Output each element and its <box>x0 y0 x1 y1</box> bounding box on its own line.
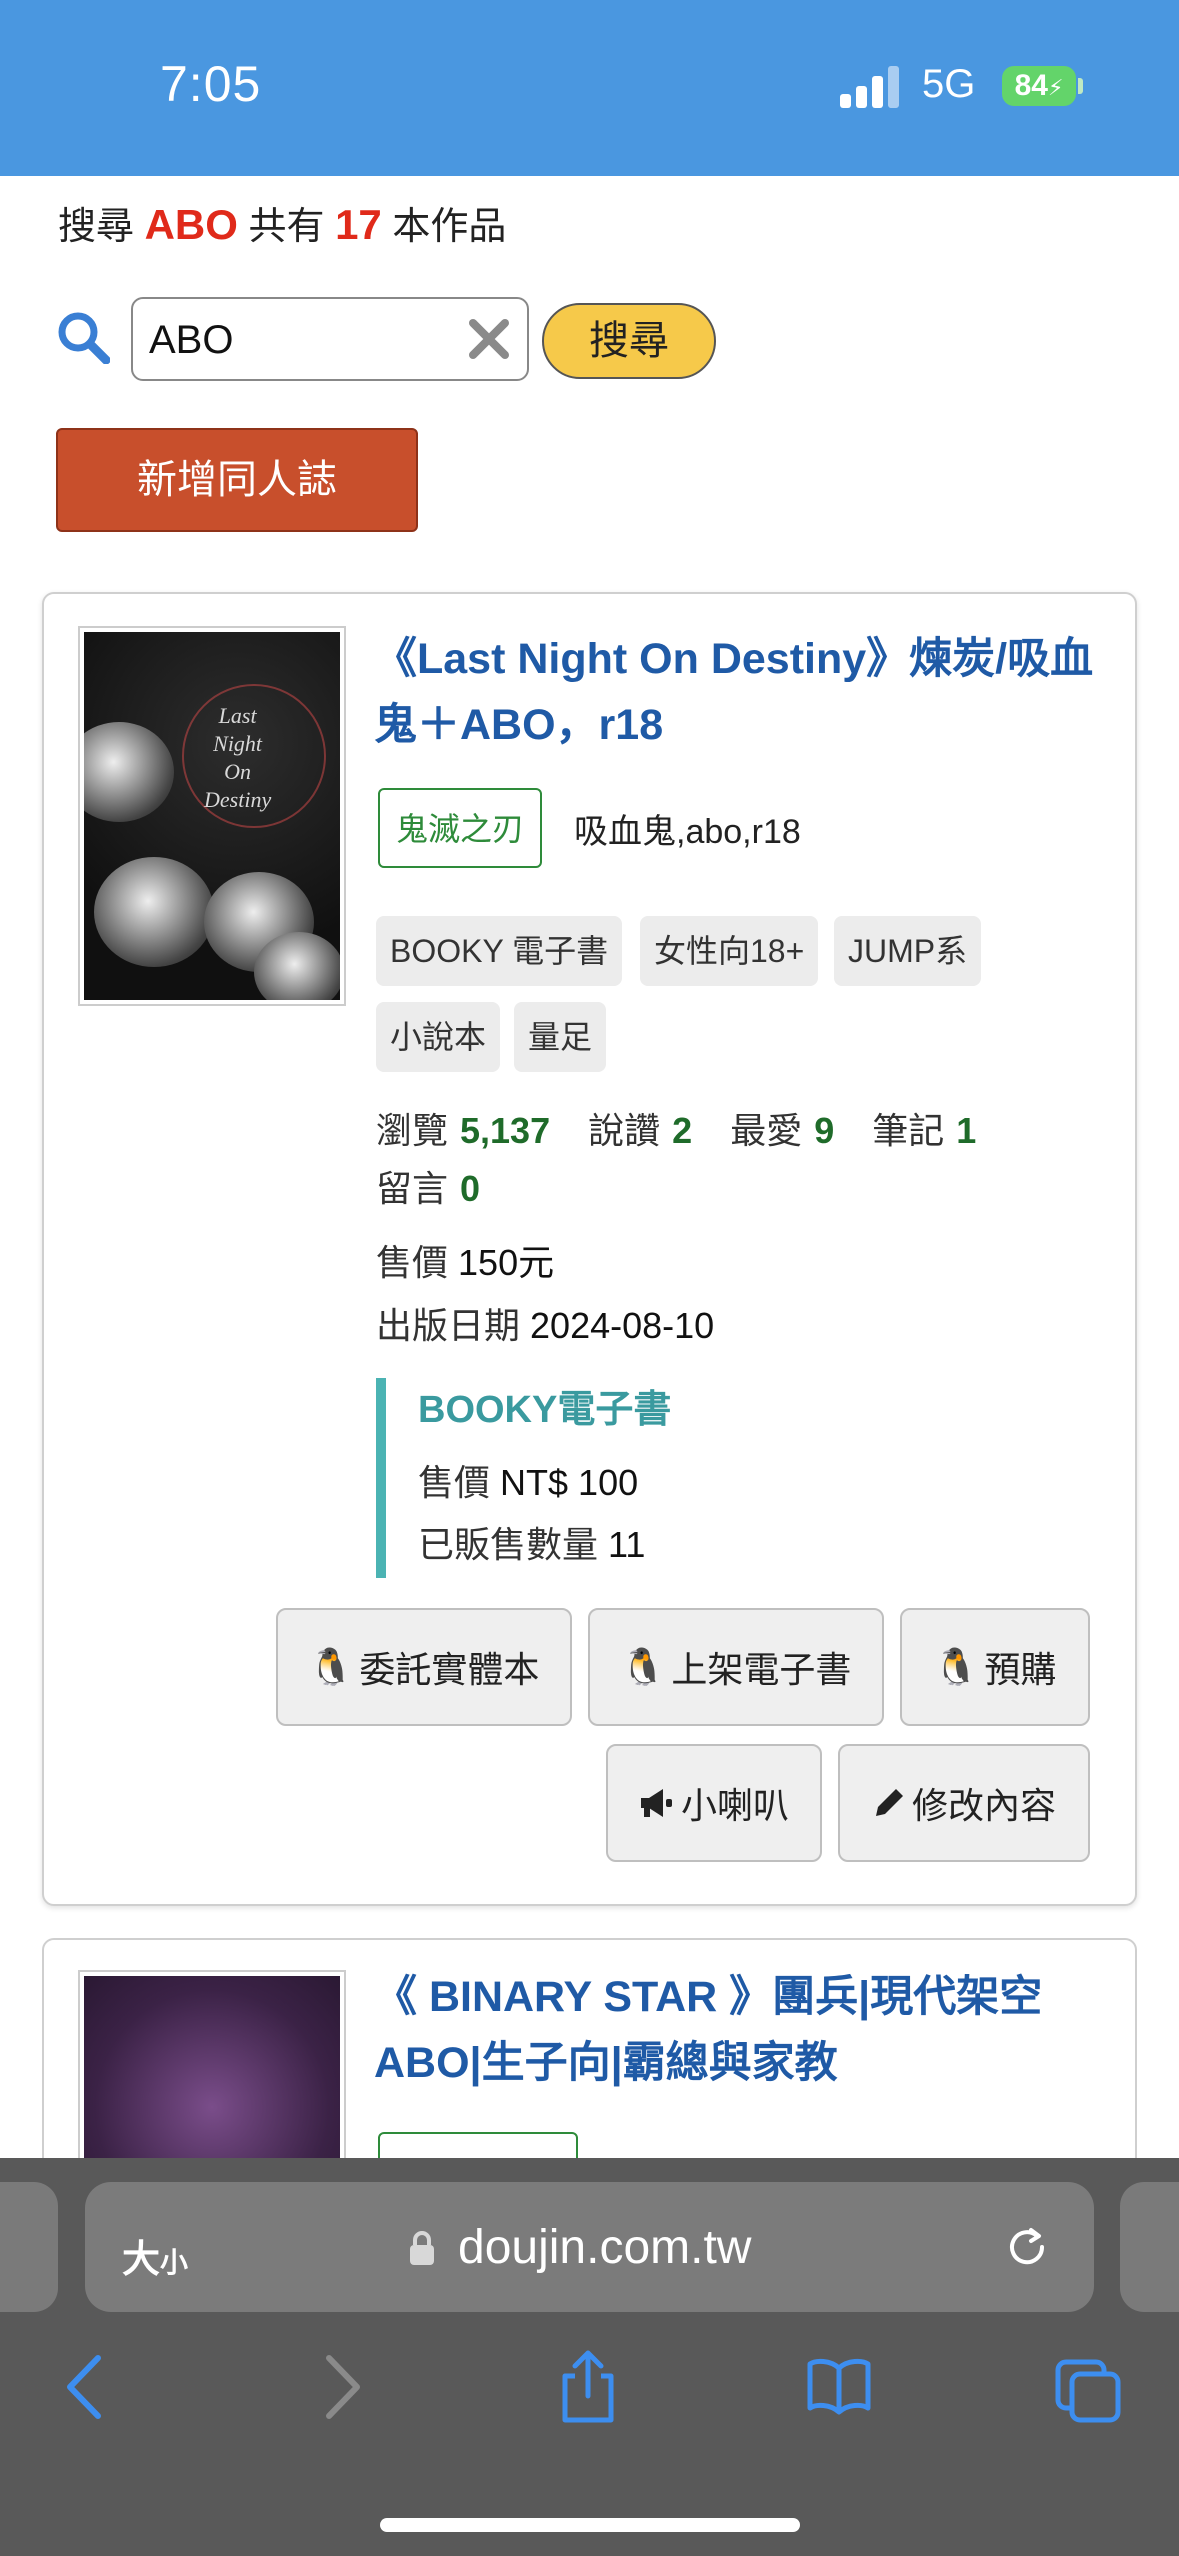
result-suffix: 本作品 <box>392 206 507 248</box>
notes-label: 筆記 <box>872 1110 945 1151</box>
booky-price-line: 售價 NT$ 100 <box>418 1454 638 1506</box>
reload-icon[interactable] <box>1002 2222 1052 2272</box>
likes-label: 說讚 <box>588 1110 661 1151</box>
lock-icon <box>410 2231 434 2265</box>
cover-title-text: Last Night On Destiny <box>204 702 271 814</box>
cover-image[interactable]: Last Night On Destiny <box>78 626 346 1006</box>
back-icon[interactable] <box>52 2348 122 2426</box>
preorder-label: 預購 <box>984 1649 1057 1690</box>
prev-tab-preview[interactable] <box>0 2182 58 2312</box>
views-count: 5,137 <box>460 1110 551 1151</box>
date-label: 出版日期 <box>376 1305 521 1346</box>
result-mid: 共有 <box>248 206 325 248</box>
stats-block: 瀏覽 5,137 說讚 2 最愛 9 筆記 1 留言 0 <box>376 1102 1096 1218</box>
booky-sold-label: 已販售數量 <box>418 1524 599 1565</box>
share-icon[interactable] <box>553 2348 623 2426</box>
penguin-icon: 🐧 <box>308 1646 354 1687</box>
trumpet-label: 小喇叭 <box>680 1785 789 1826</box>
price-label: 售價 <box>376 1242 449 1283</box>
notes-count: 1 <box>956 1110 977 1151</box>
text-size-large: 大 <box>122 2239 161 2281</box>
messages-label: 留言 <box>376 1168 449 1209</box>
new-doujinshi-button[interactable]: 新增同人誌 <box>56 428 418 532</box>
work-title-link[interactable]: 《 BINARY STAR 》團兵|現代架空ABO|生子向|霸總與家教 <box>374 1964 1134 2096</box>
consign-label: 委託實體本 <box>359 1649 540 1690</box>
next-tab-preview[interactable] <box>1120 2182 1179 2312</box>
chip-novel[interactable]: 小說本 <box>376 1002 501 1072</box>
booky-accent-bar <box>376 1378 386 1578</box>
search-icon <box>58 312 110 364</box>
booky-price-label: 售價 <box>418 1462 491 1503</box>
battery-level: 84 <box>1014 69 1048 102</box>
chip-jump[interactable]: JUMP系 <box>834 916 982 986</box>
penguin-icon: 🐧 <box>933 1646 979 1687</box>
search-input[interactable] <box>149 315 449 365</box>
text-size-button[interactable]: 大小 <box>122 2228 188 2283</box>
rose-graphic <box>94 857 214 967</box>
cover-word: On <box>224 759 252 784</box>
trumpet-button[interactable]: 小喇叭 <box>606 1744 822 1862</box>
preorder-button[interactable]: 🐧 預購 <box>900 1608 1090 1726</box>
bookmarks-icon[interactable] <box>804 2348 874 2426</box>
messages-count: 0 <box>460 1168 481 1209</box>
edit-label: 修改內容 <box>911 1785 1056 1826</box>
battery-icon: 84⚡ <box>1002 66 1076 106</box>
price-value: 150元 <box>458 1242 555 1283</box>
favorites-label: 最愛 <box>730 1110 803 1151</box>
status-bar: 7:05 5G 84⚡ <box>0 0 1179 176</box>
price-line: 售價 150元 <box>376 1234 554 1286</box>
cover-word: Night <box>213 731 263 756</box>
consign-print-button[interactable]: 🐧 委託實體本 <box>276 1608 572 1726</box>
chip-volume[interactable]: 量足 <box>514 1002 607 1072</box>
publish-ebook-button[interactable]: 🐧 上架電子書 <box>588 1608 884 1726</box>
home-indicator[interactable] <box>380 2518 800 2532</box>
chip-female-18[interactable]: 女性向18+ <box>640 916 819 986</box>
booky-title: BOOKY電子書 <box>418 1389 672 1431</box>
cover-word: Last <box>218 703 257 728</box>
rose-graphic <box>84 722 174 822</box>
clear-icon[interactable] <box>467 317 511 361</box>
likes-count: 2 <box>672 1110 693 1151</box>
booky-sold-value: 11 <box>608 1524 646 1565</box>
work-title-link[interactable]: 《Last Night On Destiny》煉炭/吸血鬼＋ABO，r18 <box>374 626 1134 758</box>
ebook-label: 上架電子書 <box>671 1649 852 1690</box>
rose-graphic <box>254 932 340 1000</box>
keywords-text: 吸血鬼,abo,r18 <box>574 813 801 851</box>
penguin-icon: 🐧 <box>620 1646 666 1687</box>
favorites-count: 9 <box>814 1110 835 1151</box>
pencil-icon <box>875 1789 903 1816</box>
chip-booky[interactable]: BOOKY 電子書 <box>376 916 623 986</box>
signal-icon <box>840 64 900 108</box>
category-tag[interactable]: 鬼滅之刃 <box>378 788 543 868</box>
date-value: 2024-08-10 <box>530 1305 715 1346</box>
forward-icon[interactable] <box>305 2348 375 2426</box>
views-label: 瀏覽 <box>376 1110 449 1151</box>
tabs-icon[interactable] <box>1054 2348 1124 2426</box>
search-button[interactable]: 搜尋 <box>542 303 716 379</box>
text-size-small: 小 <box>160 2247 189 2278</box>
network-type: 5G <box>922 62 976 106</box>
cover-word: Destiny <box>204 787 272 812</box>
status-time: 7:05 <box>160 56 262 112</box>
booky-price-value: NT$ 100 <box>500 1462 639 1503</box>
result-keyword: ABO <box>144 201 238 248</box>
booky-sold-line: 已販售數量 11 <box>418 1516 645 1568</box>
result-prefix: 搜尋 <box>58 206 135 248</box>
url-text[interactable]: doujin.com.tw <box>458 2220 751 2275</box>
publish-date-line: 出版日期 2024-08-10 <box>376 1297 714 1349</box>
search-result-summary: 搜尋 ABO 共有 17 本作品 <box>58 195 506 250</box>
search-input-box[interactable] <box>131 297 529 381</box>
edit-content-button[interactable]: 修改內容 <box>838 1744 1090 1862</box>
result-count: 17 <box>335 201 382 248</box>
battery-nub <box>1078 78 1083 94</box>
work-card: Last Night On Destiny 《Last Night On Des… <box>42 592 1137 1906</box>
megaphone-icon <box>640 1789 672 1817</box>
